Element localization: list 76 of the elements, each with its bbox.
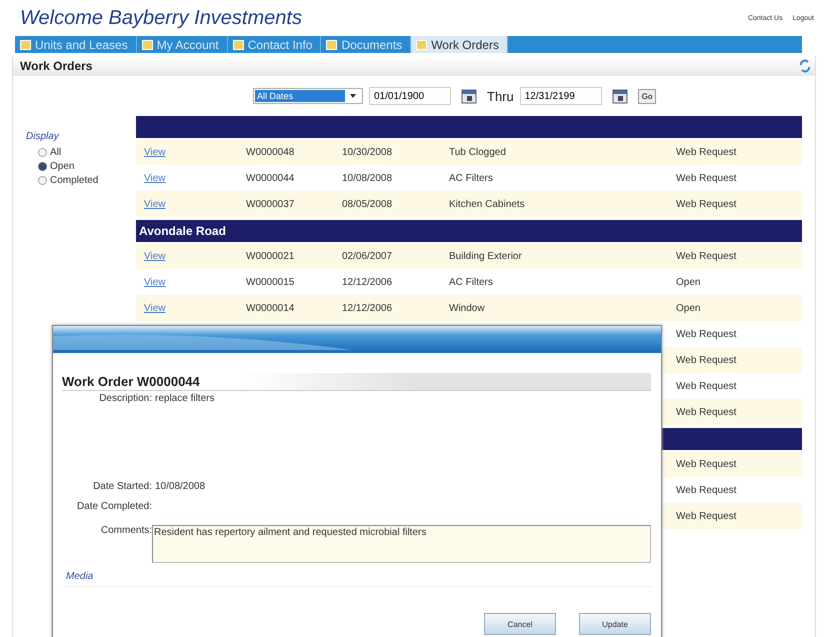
table-cell: W0000014 bbox=[246, 302, 294, 314]
table-cell: Tub Clogged bbox=[449, 146, 506, 158]
field-label: Description: bbox=[98, 393, 152, 404]
section-title: Work Orders bbox=[20, 59, 92, 73]
view-link[interactable]: View bbox=[144, 302, 166, 314]
table-cell: Web Request bbox=[676, 484, 736, 496]
table-cell: 10/08/2008 bbox=[342, 172, 392, 184]
table-cell: Web Request bbox=[676, 250, 736, 262]
view-link[interactable]: View bbox=[144, 198, 166, 210]
radio-button[interactable] bbox=[38, 176, 47, 184]
table-cell: AC Filters bbox=[449, 276, 493, 288]
table-cell: Web Request bbox=[676, 146, 736, 158]
site-title: Welcome Bayberry Investments bbox=[20, 8, 302, 28]
field-label: Date Started: bbox=[92, 481, 152, 492]
table-cell: Kitchen Cabinets bbox=[449, 198, 525, 210]
radio-label: Open bbox=[50, 160, 74, 172]
comments-field[interactable]: Resident has repertory ailment and requested microbial filters bbox=[152, 525, 651, 563]
caret-icon bbox=[350, 94, 356, 98]
table-cell: Window bbox=[449, 302, 485, 314]
calendar-icon[interactable] bbox=[461, 88, 477, 104]
table-cell: Web Request bbox=[676, 198, 736, 210]
table-cell: Building Exterior bbox=[449, 250, 522, 262]
dialog-button[interactable]: Cancel bbox=[484, 613, 556, 635]
table-cell: Web Request bbox=[676, 172, 736, 184]
table-cell: Web Request bbox=[676, 354, 736, 366]
radio-button[interactable] bbox=[38, 148, 47, 156]
tab-icon bbox=[20, 40, 31, 50]
view-link[interactable]: View bbox=[144, 172, 166, 184]
field-label: Comments: bbox=[100, 525, 152, 536]
table-cell: 12/12/2006 bbox=[342, 276, 392, 288]
radio-label: Completed bbox=[50, 174, 98, 186]
table-cell: AC Filters bbox=[449, 172, 493, 184]
to-date-field[interactable]: 12/31/2199 bbox=[520, 87, 602, 105]
table-cell: W0000044 bbox=[246, 172, 294, 184]
view-link[interactable]: View bbox=[144, 250, 166, 262]
nav-tab[interactable]: Work Orders bbox=[411, 36, 508, 53]
dialog-title: Work Order W0000044 bbox=[62, 374, 200, 389]
table-cell: W0000048 bbox=[246, 146, 294, 158]
tab-icon bbox=[232, 40, 244, 50]
date-range-dropdown[interactable]: All Dates bbox=[253, 88, 363, 104]
table-cell: Web Request bbox=[676, 406, 736, 418]
media-label: Media bbox=[66, 571, 94, 582]
nav-tab[interactable]: Contact Info bbox=[228, 36, 322, 53]
radio-label: All bbox=[50, 146, 62, 158]
display-label: Display bbox=[26, 131, 60, 142]
thru-label: Thru bbox=[487, 88, 514, 104]
tab-icon bbox=[326, 40, 338, 50]
table-cell: 10/30/2008 bbox=[342, 146, 392, 158]
table-cell: 12/12/2006 bbox=[342, 302, 392, 314]
radio-button[interactable] bbox=[38, 162, 47, 170]
table-cell: Web Request bbox=[676, 328, 736, 340]
group-title: Avondale Road bbox=[139, 224, 226, 238]
view-link[interactable]: View bbox=[144, 146, 166, 158]
table-cell: 08/05/2008 bbox=[342, 198, 392, 210]
field-value: replace filters bbox=[155, 393, 214, 404]
table-cell: Open bbox=[676, 302, 700, 314]
table-cell: Web Request bbox=[676, 510, 736, 522]
table-cell: Web Request bbox=[676, 380, 736, 392]
nav-tab[interactable]: Units and Leases bbox=[15, 36, 137, 53]
go-button[interactable]: Go bbox=[638, 88, 656, 104]
field-value: 10/08/2008 bbox=[155, 481, 206, 492]
nav-tab[interactable]: My Account bbox=[136, 36, 228, 53]
field-label: Date Completed: bbox=[76, 501, 152, 512]
view-link[interactable]: View bbox=[144, 276, 166, 288]
table-cell: Open bbox=[676, 276, 700, 288]
table-cell: Web Request bbox=[676, 458, 736, 470]
tab-icon bbox=[416, 40, 428, 50]
tab-icon bbox=[142, 40, 153, 50]
table-cell: W0000037 bbox=[246, 198, 294, 210]
table-cell: 02/06/2007 bbox=[342, 250, 392, 262]
refresh-icon[interactable] bbox=[799, 59, 811, 73]
table-cell: W0000021 bbox=[246, 250, 294, 262]
calendar-icon[interactable] bbox=[612, 88, 628, 104]
dialog-button[interactable]: Update bbox=[579, 613, 651, 635]
from-date-field[interactable]: 01/01/1900 bbox=[369, 87, 451, 105]
table-cell: W0000015 bbox=[246, 276, 294, 288]
